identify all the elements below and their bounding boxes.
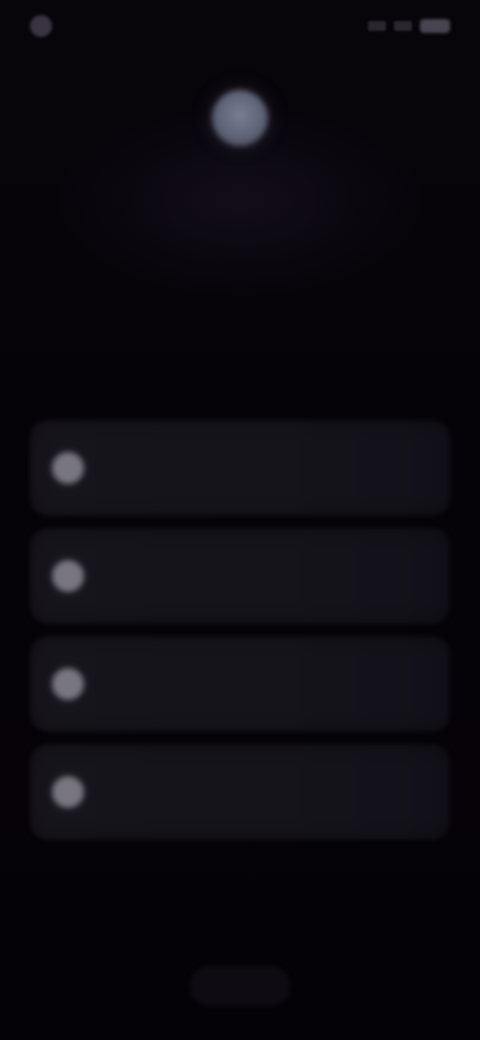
circle-icon	[52, 560, 84, 592]
option-item-4[interactable]	[30, 744, 450, 840]
circle-icon	[52, 452, 84, 484]
battery-icon	[420, 19, 450, 33]
continue-button[interactable]	[190, 966, 290, 1006]
globe-icon	[212, 90, 268, 146]
options-list	[30, 420, 450, 840]
avatar-icon	[30, 15, 52, 37]
status-bar	[0, 0, 480, 52]
option-item-1[interactable]	[30, 420, 450, 516]
screen	[0, 0, 480, 1040]
option-item-3[interactable]	[30, 636, 450, 732]
status-left	[30, 15, 62, 37]
circle-icon	[52, 668, 84, 700]
signal-icon	[368, 21, 386, 31]
wifi-icon	[394, 21, 412, 31]
circle-icon	[52, 776, 84, 808]
status-right	[368, 19, 450, 33]
option-item-2[interactable]	[30, 528, 450, 624]
